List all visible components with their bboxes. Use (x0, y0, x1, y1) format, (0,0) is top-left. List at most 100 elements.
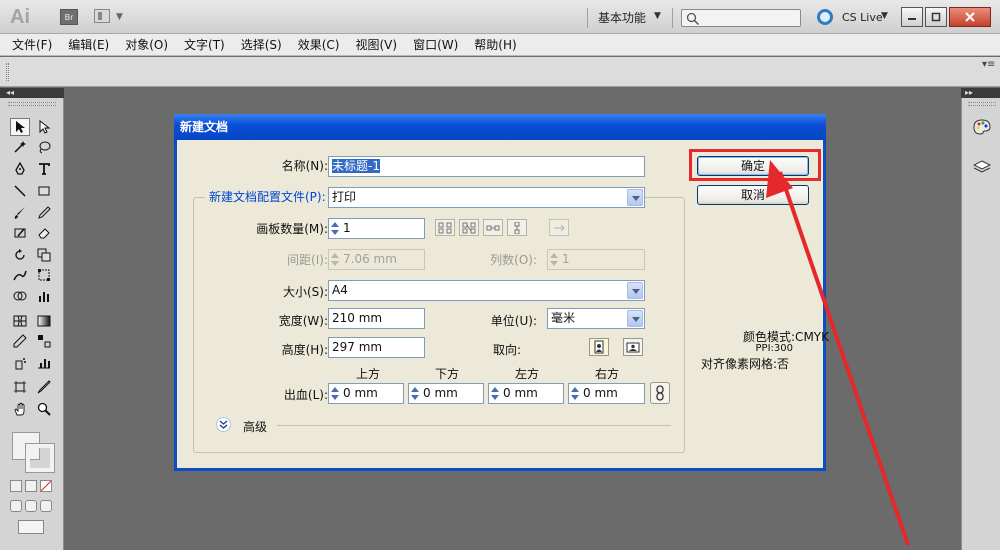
fill-stroke-swatches[interactable] (10, 430, 56, 474)
warp-tool-icon[interactable] (10, 266, 30, 284)
panels-collapse-icon[interactable]: ▸▸ (961, 88, 1000, 98)
spacing-input[interactable]: 7.06 mm (328, 249, 425, 270)
rotate-tool-icon[interactable] (10, 246, 30, 264)
document-name-input[interactable]: 未标题-1 (328, 156, 645, 177)
size-select[interactable]: A4 (328, 280, 645, 301)
shape-builder-tool-icon[interactable] (10, 288, 30, 306)
menu-select[interactable]: 选择(S) (241, 36, 282, 53)
link-bleed-button[interactable] (650, 382, 670, 404)
cs-live-chevron-icon[interactable]: ▼ (881, 11, 888, 21)
units-select[interactable]: 毫米 (547, 308, 645, 329)
workspace-switcher[interactable]: 基本功能 (598, 9, 646, 25)
workspace-chevron-icon[interactable]: ▼ (654, 11, 661, 21)
artboards-count-input[interactable]: 1 (328, 218, 425, 239)
pencil-tool-icon[interactable] (34, 204, 54, 222)
cs-live-button[interactable]: CS Live (842, 11, 883, 24)
zoom-tool-icon[interactable] (34, 400, 54, 418)
symbol-sprayer-tool-icon[interactable] (10, 354, 30, 372)
bleed-right-spinner-icon[interactable] (570, 385, 580, 402)
artboard-tool-icon[interactable] (10, 378, 30, 396)
bleed-right-input[interactable]: 0 mm (568, 383, 645, 404)
type-tool-icon[interactable] (34, 160, 54, 178)
gradient-icon[interactable] (25, 480, 37, 492)
draw-inside-icon[interactable] (40, 500, 52, 512)
none-icon[interactable] (40, 480, 52, 492)
line-segment-tool-icon[interactable] (10, 182, 30, 200)
draw-behind-icon[interactable] (25, 500, 37, 512)
rectangle-tool-icon[interactable] (34, 182, 54, 200)
bridge-button[interactable]: Br (60, 9, 78, 25)
dock-grip[interactable] (968, 102, 996, 106)
eyedropper-tool-icon[interactable] (10, 332, 30, 350)
menu-view[interactable]: 视图(V) (355, 36, 397, 53)
mesh-tool-icon[interactable] (10, 312, 30, 330)
maximize-button[interactable] (925, 7, 947, 27)
paintbrush-tool-icon[interactable] (10, 204, 30, 222)
menu-help[interactable]: 帮助(H) (474, 36, 516, 53)
color-icon[interactable] (10, 480, 22, 492)
size-dropdown-icon[interactable] (627, 282, 643, 299)
close-window-button[interactable] (949, 7, 991, 27)
color-guide-icon[interactable] (970, 116, 994, 138)
columns-input[interactable]: 1 (547, 249, 645, 270)
advanced-label[interactable]: 高级 (243, 418, 267, 435)
profile-dropdown-icon[interactable] (627, 189, 643, 206)
bleed-left-input[interactable]: 0 mm (488, 383, 564, 404)
blend-tool-icon[interactable] (34, 332, 54, 350)
bleed-bottom-input[interactable]: 0 mm (408, 383, 484, 404)
tools-collapse-icon[interactable]: ◂◂ (0, 88, 64, 98)
direct-selection-tool-icon[interactable] (34, 118, 54, 136)
hand-tool-icon[interactable] (10, 400, 30, 418)
bleed-top-input[interactable]: 0 mm (328, 383, 404, 404)
bleed-left-spinner-icon[interactable] (490, 385, 500, 402)
columns-spinner-icon[interactable] (549, 251, 559, 268)
document-name-value: 未标题-1 (332, 159, 380, 173)
menu-file[interactable]: 文件(F) (12, 36, 52, 53)
menu-effect[interactable]: 效果(C) (298, 36, 340, 53)
lasso-tool-icon[interactable] (34, 138, 54, 156)
arrange-documents-button[interactable]: ▼ (94, 9, 126, 25)
tools-grip[interactable] (8, 102, 56, 106)
free-transform-tool-icon[interactable] (34, 266, 54, 284)
control-bar-menu-icon[interactable]: ▾≡ (982, 59, 995, 70)
search-input[interactable] (681, 9, 801, 27)
menu-object[interactable]: 对象(O) (125, 36, 168, 53)
profile-select[interactable]: 打印 (328, 187, 645, 208)
menu-type[interactable]: 文字(T) (184, 36, 225, 53)
slice-tool-icon[interactable] (34, 378, 54, 396)
scale-tool-icon[interactable] (34, 246, 54, 264)
grid-by-row-button[interactable] (435, 219, 455, 236)
spacing-spinner-icon[interactable] (330, 251, 340, 268)
arrange-by-column-button[interactable] (507, 219, 527, 236)
column-graph-tool-icon[interactable] (34, 354, 54, 372)
portrait-button[interactable] (589, 338, 609, 356)
gradient-tool-icon[interactable] (34, 312, 54, 330)
graph-tool-icon[interactable] (34, 288, 54, 306)
minimize-button[interactable] (901, 7, 923, 27)
width-input[interactable]: 210 mm (328, 308, 425, 329)
height-input[interactable]: 297 mm (328, 337, 425, 358)
bleed-top-spinner-icon[interactable] (330, 385, 340, 402)
dialog-title[interactable]: 新建文档 (174, 114, 826, 140)
control-bar-grip[interactable] (6, 63, 9, 81)
menu-window[interactable]: 窗口(W) (413, 36, 458, 53)
layers-icon[interactable] (970, 156, 994, 178)
cancel-button[interactable]: 取消 (697, 185, 809, 205)
advanced-toggle[interactable] (216, 417, 231, 432)
selection-tool-icon[interactable] (10, 118, 30, 136)
pen-tool-icon[interactable] (10, 160, 30, 178)
blob-brush-tool-icon[interactable] (10, 224, 30, 242)
draw-normal-icon[interactable] (10, 500, 22, 512)
landscape-button[interactable] (623, 338, 643, 356)
eraser-tool-icon[interactable] (34, 224, 54, 242)
bleed-bottom-spinner-icon[interactable] (410, 385, 420, 402)
stroke-swatch[interactable] (25, 443, 55, 473)
menu-edit[interactable]: 编辑(E) (68, 36, 109, 53)
magic-wand-tool-icon[interactable] (10, 138, 30, 156)
arrange-by-row-button[interactable] (483, 219, 503, 236)
grid-by-column-button[interactable] (459, 219, 479, 236)
artboards-spinner-icon[interactable] (330, 220, 340, 237)
screen-mode-icon[interactable] (18, 520, 44, 534)
right-to-left-button[interactable] (549, 219, 569, 236)
units-dropdown-icon[interactable] (627, 310, 643, 327)
